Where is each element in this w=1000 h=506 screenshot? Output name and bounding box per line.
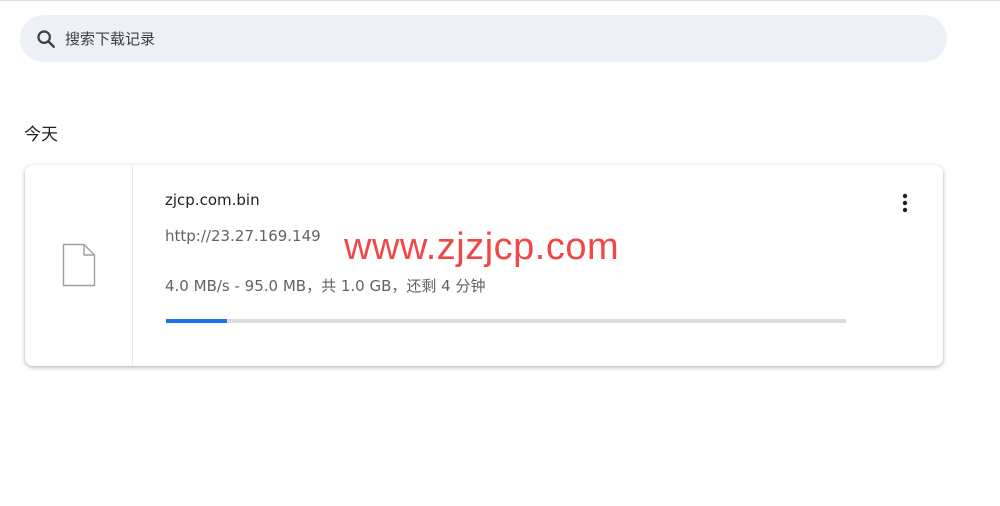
search-input[interactable] xyxy=(65,15,925,62)
file-icon xyxy=(62,243,96,287)
download-status-text: 4.0 MB/s - 95.0 MB，共 1.0 GB，还剩 4 分钟 xyxy=(165,277,486,295)
download-source-url[interactable]: http://23.27.169.149 xyxy=(165,227,321,245)
search-icon xyxy=(37,30,55,48)
download-progress-bar xyxy=(166,319,846,323)
download-progress-fill xyxy=(166,319,228,323)
download-item-icon-panel xyxy=(25,165,133,366)
watermark-text: www.zjzjcp.com xyxy=(344,226,620,268)
more-actions-button[interactable] xyxy=(891,189,919,217)
top-divider xyxy=(0,0,1000,1)
download-file-name[interactable]: zjcp.com.bin xyxy=(165,191,260,209)
more-vert-icon xyxy=(902,193,908,213)
section-title-today: 今天 xyxy=(24,125,58,145)
search-bar[interactable] xyxy=(20,15,947,62)
